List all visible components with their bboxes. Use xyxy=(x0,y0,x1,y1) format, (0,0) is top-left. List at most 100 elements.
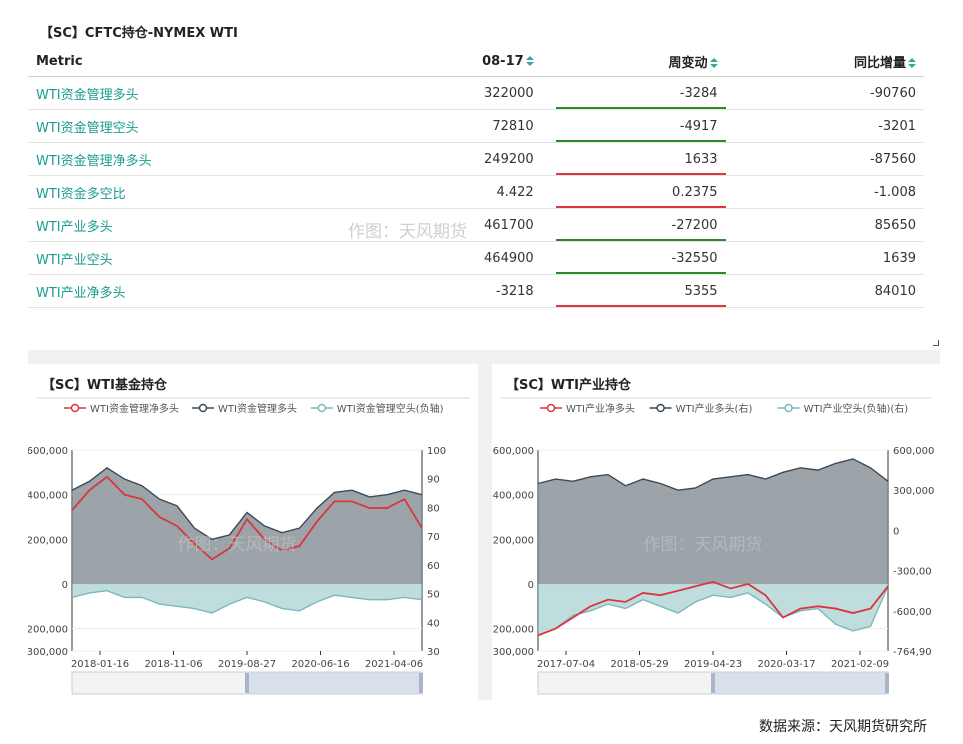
legend-marker xyxy=(70,403,80,413)
change-cell: -4917 xyxy=(541,109,726,143)
header-yoy[interactable]: 同比增量 xyxy=(725,46,924,77)
x-tick-label: 2020-03-17 xyxy=(757,659,815,670)
legend-label: WTI资金管理净多头 xyxy=(90,402,179,415)
y-tick-label: 600,000 xyxy=(493,446,534,457)
table-row: WTI产业净多头 -3218 5355 84010 xyxy=(28,274,924,308)
chart-divider xyxy=(478,364,492,700)
header-metric[interactable]: Metric xyxy=(28,46,394,77)
metric-cell[interactable]: WTI资金管理多头 xyxy=(28,76,394,110)
table-row: WTI资金管理净多头 249200 1633 -87560 xyxy=(28,142,924,176)
y-tick-label: 200,000 xyxy=(493,625,534,636)
y-right-tick-label: 30 xyxy=(427,647,440,658)
legend-label: WTI产业净多头 xyxy=(566,402,635,415)
value-cell: 72810 xyxy=(393,109,542,143)
y-tick-label: 400,000 xyxy=(493,491,534,502)
y-tick-label: 200,000 xyxy=(28,625,68,636)
legend-marker xyxy=(784,403,793,413)
y-tick-label: 600,000 xyxy=(28,446,68,457)
section-divider xyxy=(28,350,940,364)
chart-watermark: 作图：天风期货 xyxy=(644,535,763,555)
chart-title: 【SC】WTI基金持仓 xyxy=(42,377,168,393)
table-title: 【SC】CFTC持仓-NYMEX WTI xyxy=(40,26,238,41)
y-right-tick-label: 70 xyxy=(427,532,440,543)
metric-cell[interactable]: WTI资金管理空头 xyxy=(28,109,394,143)
zoom-slider-window xyxy=(247,672,422,694)
metric-cell[interactable]: WTI资金多空比 xyxy=(28,175,394,209)
y-right-tick-label: 90 xyxy=(427,475,440,486)
y-tick-label: 300,000 xyxy=(493,647,534,658)
metric-cell[interactable]: WTI资金管理净多头 xyxy=(28,142,394,176)
value-cell: -3218 xyxy=(393,274,542,308)
table-watermark: 作图：天风期货 xyxy=(348,222,467,242)
sort-icon[interactable] xyxy=(908,58,916,68)
y-tick-label: 0 xyxy=(528,580,534,591)
header-change[interactable]: 周变动 xyxy=(541,46,726,77)
y-right-tick-label: 100 xyxy=(427,446,446,457)
table-row: WTI产业多头 461700 -27200 85650 xyxy=(28,208,924,242)
industry-position-chart: 【SC】WTI产业持仓 WTI产业净多头 WTI产业多头(右) WTI产业空头(负轴)… xyxy=(493,377,934,695)
value-cell: 249200 xyxy=(393,142,542,176)
y-tick-label: 200,000 xyxy=(493,535,534,546)
table-row: WTI资金多空比 4.422 0.2375 -1.008 xyxy=(28,175,924,209)
y-right-tick-label: 80 xyxy=(427,503,440,514)
y-right-tick-label: 300,000 xyxy=(893,486,934,497)
table-row: WTI资金管理多头 322000 -3284 -90760 xyxy=(28,76,924,110)
x-tick-label: 2018-11-06 xyxy=(144,659,202,670)
y-right-tick-label: -600,00 xyxy=(893,607,932,618)
y-right-tick-label: 50 xyxy=(427,590,440,601)
yoy-cell: -87560 xyxy=(725,142,924,176)
change-cell: -32550 xyxy=(541,241,726,275)
resize-handle-icon[interactable] xyxy=(933,340,939,346)
table-header-row: Metric 08-17 周变动 同比增量 xyxy=(28,46,924,77)
legend-marker xyxy=(656,403,665,413)
x-tick-label: 2017-07-04 xyxy=(537,659,595,670)
table-row: WTI产业空头 464900 -32550 1639 xyxy=(28,241,924,275)
cftc-table: Metric 08-17 周变动 同比增量 WTI资金管理多头 322000 -… xyxy=(28,46,924,308)
header-value[interactable]: 08-17 xyxy=(393,46,542,77)
metric-cell[interactable]: WTI产业净多头 xyxy=(28,274,394,308)
legend-label: WTI产业空头(负轴)(右) xyxy=(804,402,909,415)
legend-marker xyxy=(317,403,327,413)
legend-label: WTI资金管理多头 xyxy=(218,402,297,415)
y-right-tick-label: 600,000 xyxy=(893,446,934,457)
value-cell: 4.422 xyxy=(393,175,542,209)
series-area xyxy=(72,467,422,584)
change-cell: 5355 xyxy=(541,274,726,308)
change-cell: 1633 xyxy=(541,142,726,176)
series-area xyxy=(72,584,422,614)
chart-title: 【SC】WTI产业持仓 xyxy=(506,377,632,393)
series-area xyxy=(538,584,888,636)
chart-watermark: 作图：天风期货 xyxy=(178,535,297,555)
sort-icon[interactable] xyxy=(525,56,534,66)
y-right-tick-label: -764,90 xyxy=(893,647,932,658)
x-tick-label: 2018-05-29 xyxy=(610,659,668,670)
zoom-slider-window xyxy=(713,672,888,694)
fund-position-chart: 【SC】WTI基金持仓 WTI资金管理净多头 WTI资金管理多头 WTI资金管理空头(… xyxy=(28,377,470,695)
legend-marker xyxy=(546,403,556,413)
x-tick-label: 2019-04-23 xyxy=(684,659,742,670)
zoom-slider-handle xyxy=(711,673,715,693)
x-tick-label: 2019-08-27 xyxy=(218,659,276,670)
metric-cell[interactable]: WTI产业空头 xyxy=(28,241,394,275)
table-row: WTI资金管理空头 72810 -4917 -3201 xyxy=(28,109,924,143)
yoy-cell: -1.008 xyxy=(725,175,924,209)
legend-label: WTI资金管理空头(负轴) xyxy=(337,402,444,415)
y-tick-label: 300,000 xyxy=(28,647,68,658)
change-cell: -3284 xyxy=(541,76,726,110)
x-tick-label: 2020-06-16 xyxy=(291,659,349,670)
legend-marker xyxy=(198,403,208,413)
y-tick-label: 200,000 xyxy=(28,535,68,546)
change-cell: -27200 xyxy=(541,208,726,242)
data-source: 数据来源：天风期货研究所 xyxy=(759,719,927,735)
change-underline xyxy=(555,305,726,307)
legend-label: WTI产业多头(右) xyxy=(676,402,753,415)
sort-icon[interactable] xyxy=(709,58,718,68)
y-right-tick-label: 0 xyxy=(893,526,899,537)
x-tick-label: 2021-04-06 xyxy=(365,659,423,670)
yoy-cell: 1639 xyxy=(725,241,924,275)
x-tick-label: 2018-01-16 xyxy=(71,659,129,670)
metric-cell[interactable]: WTI产业多头 xyxy=(28,208,394,242)
value-cell: 464900 xyxy=(393,241,542,275)
value-cell: 322000 xyxy=(393,76,542,110)
yoy-cell: -3201 xyxy=(725,109,924,143)
